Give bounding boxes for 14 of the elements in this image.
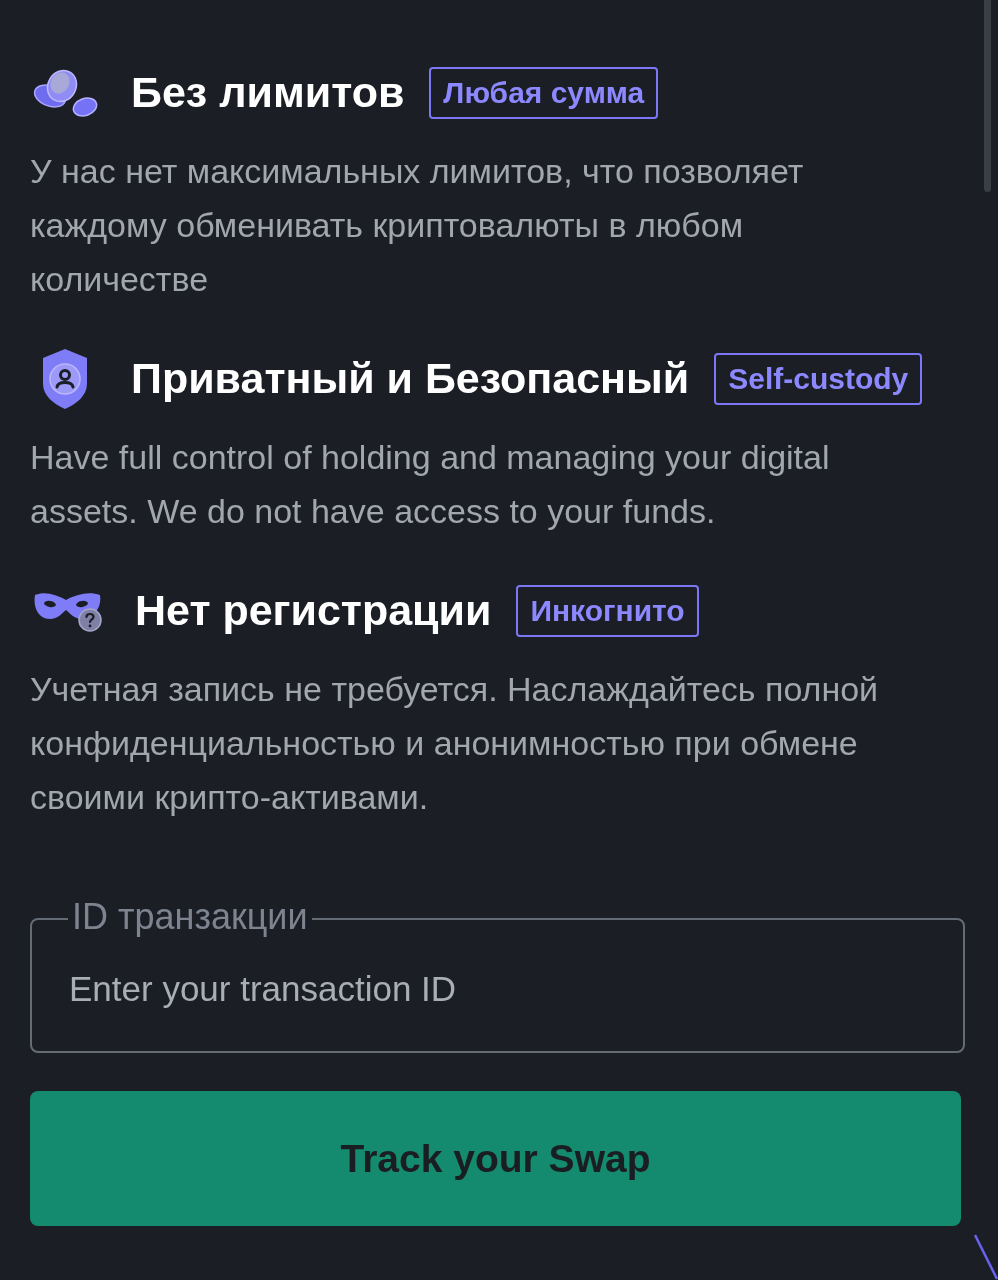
coins-icon — [32, 68, 98, 118]
feature-description: Have full control of holding and managing your digital assets. We do not have access to your funds. — [30, 437, 831, 532]
feature-tag: Инкогнито — [516, 585, 699, 637]
feature-tag: Self-custody — [714, 353, 923, 405]
shield-user-icon — [42, 348, 88, 410]
feature-description: У нас нет максимальных лимитов, что позволяет каждому обменивать криптовалюты в любом количестве — [30, 151, 805, 300]
feature-title: Приватный и Безопасный — [131, 353, 690, 405]
track-swap-button[interactable]: Track your Swap — [30, 1091, 961, 1226]
feature-description: Учетная запись не требуется. Наслаждайтесь полной конфиденциальностью и анонимностью при обмене своими крипто-активами. — [30, 669, 880, 818]
feature-tag: Любая сумма — [429, 67, 659, 119]
scrollbar-thumb[interactable] — [984, 0, 991, 192]
feature-title: Нет регистрации — [135, 585, 492, 637]
diagonal-line — [974, 1234, 998, 1280]
feature-title: Без лимитов — [131, 67, 405, 119]
